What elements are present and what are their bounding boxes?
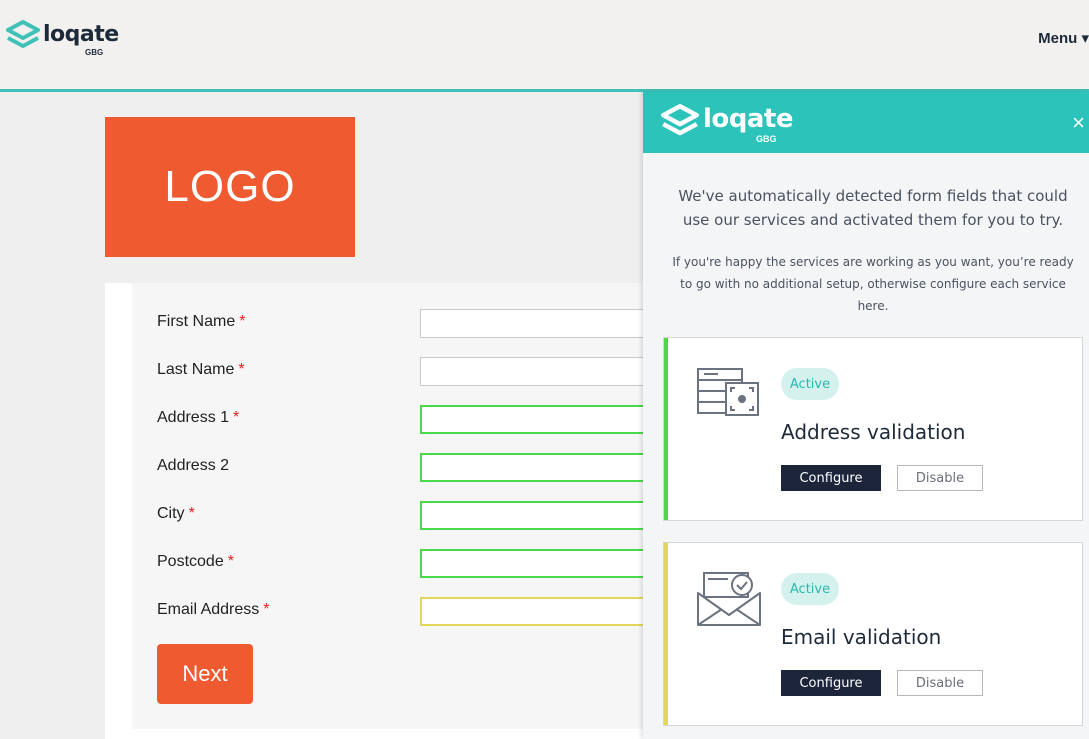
loqate-cube-icon (6, 20, 40, 48)
required-marker: * (227, 553, 234, 570)
first-name-input[interactable] (420, 309, 660, 338)
loqate-side-panel: loqate GBG × We've automatically detecte… (643, 92, 1089, 739)
last-name-input[interactable] (420, 357, 660, 386)
disable-button[interactable]: Disable (897, 670, 983, 696)
brand-sub: GBG (85, 48, 104, 57)
address2-input[interactable] (420, 453, 660, 482)
status-badge: Active (781, 368, 839, 400)
last-name-label: Last Name * (157, 361, 245, 378)
card-title: Address validation (781, 420, 966, 444)
menu-button[interactable]: Menu ▾ (1038, 29, 1089, 47)
site-logo-placeholder: LOGO (105, 117, 355, 257)
loqate-cube-icon (661, 104, 699, 136)
email-input[interactable] (420, 597, 660, 626)
close-icon[interactable]: × (1072, 112, 1085, 134)
menu-label: Menu (1038, 30, 1078, 47)
logo-text: LOGO (164, 162, 296, 211)
address-validation-card: Active Address validation Configure Disa… (663, 337, 1083, 521)
city-label: City * (157, 505, 195, 522)
panel-subintro: If you're happy the services are working… (672, 255, 1074, 313)
next-button[interactable]: Next (157, 644, 253, 704)
panel-intro: We've automatically detected form fields… (678, 187, 1068, 229)
status-badge: Active (781, 573, 839, 605)
configure-button[interactable]: Configure (781, 465, 881, 491)
panel-wordmark: loqate (703, 104, 794, 134)
top-header: loqate GBG Menu ▾ (0, 0, 1089, 92)
address1-input[interactable] (420, 405, 660, 434)
configure-button[interactable]: Configure (781, 670, 881, 696)
required-marker: * (188, 505, 195, 522)
panel-header: loqate GBG × (643, 92, 1089, 153)
required-marker: * (239, 313, 246, 330)
card-status-stripe (664, 338, 668, 520)
card-status-stripe (664, 543, 668, 725)
brand-wordmark: loqate (43, 22, 119, 47)
email-label: Email Address * (157, 601, 270, 618)
address-form-icon (697, 368, 759, 416)
panel-brand-sub: GBG (756, 134, 777, 144)
postcode-input[interactable] (420, 549, 660, 578)
required-marker: * (263, 601, 270, 618)
address2-label: Address 2 (157, 457, 230, 474)
required-marker: * (233, 409, 240, 426)
city-input[interactable] (420, 501, 660, 530)
loqate-logo[interactable]: loqate GBG (6, 20, 119, 57)
postcode-label: Postcode * (157, 553, 234, 570)
email-check-icon (697, 572, 761, 626)
chevron-down-icon: ▾ (1081, 30, 1089, 47)
disable-button[interactable]: Disable (897, 465, 983, 491)
email-validation-card: Active Email validation Configure Disabl… (663, 542, 1083, 726)
required-marker: * (238, 361, 245, 378)
first-name-label: First Name * (157, 313, 246, 330)
address1-label: Address 1 * (157, 409, 240, 426)
panel-logo: loqate GBG (661, 104, 794, 144)
card-title: Email validation (781, 625, 942, 649)
